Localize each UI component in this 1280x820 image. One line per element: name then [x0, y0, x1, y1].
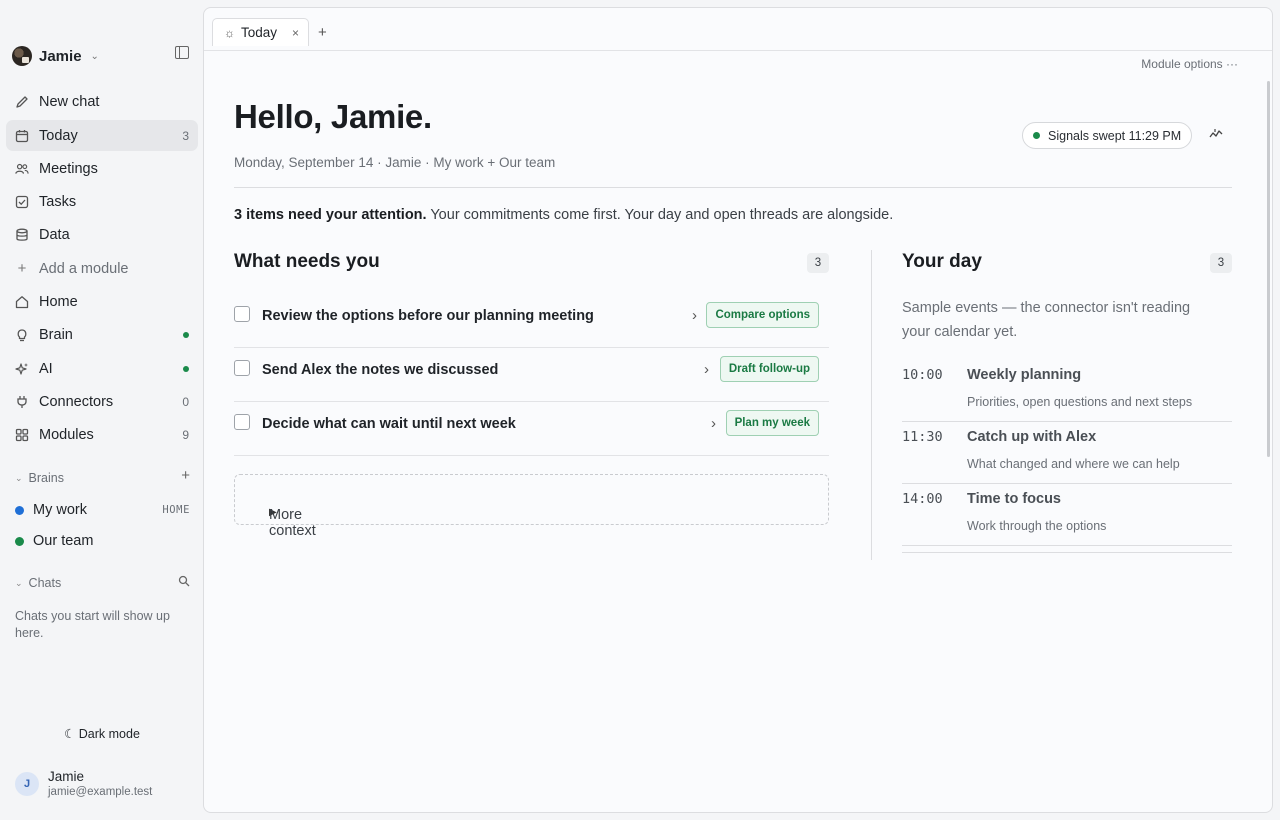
- nav-add-module[interactable]: + Add a module: [6, 253, 198, 284]
- nav-count: 3: [182, 128, 189, 143]
- close-icon[interactable]: ×: [292, 26, 299, 40]
- status-dot: [183, 331, 189, 338]
- brain-color-dot: [15, 536, 24, 546]
- brain-my-work[interactable]: My work HOME: [15, 499, 190, 521]
- workspace-name: Jamie: [39, 47, 82, 65]
- dark-mode-toggle[interactable]: ☾ Dark mode: [0, 726, 204, 741]
- task-action-button[interactable]: Compare options: [706, 302, 819, 328]
- divider: [902, 552, 1232, 553]
- module-options-button[interactable]: Module options ···: [1141, 57, 1238, 71]
- workspace-switcher[interactable]: Jamie ⌄: [12, 44, 99, 68]
- section-title: Your day: [902, 251, 982, 272]
- plug-icon: [15, 395, 29, 409]
- nav-meetings[interactable]: Meetings: [6, 153, 198, 184]
- calendar-icon: [15, 129, 29, 143]
- task-item[interactable]: Decide what can wait until next week › P…: [234, 402, 829, 456]
- task-item[interactable]: Send Alex the notes we discussed › Draft…: [234, 348, 829, 402]
- sidebar: Jamie ⌄ New chat Today 3 Meetings Tasks …: [0, 0, 204, 820]
- nav-count: 9: [182, 427, 189, 442]
- plus-icon: +: [17, 260, 27, 277]
- people-icon: [15, 162, 29, 176]
- nav-today[interactable]: Today 3: [6, 120, 198, 151]
- grid-icon: [15, 428, 29, 442]
- calendar-event[interactable]: 11:30 Catch up with Alex What changed an…: [902, 422, 1232, 484]
- nav-new-chat[interactable]: New chat: [6, 86, 198, 117]
- sample-note: Sample events — the connector isn't read…: [902, 300, 1191, 340]
- chevron-right-icon[interactable]: ›: [692, 307, 697, 324]
- checkbox-icon: [15, 195, 29, 209]
- user-name: Jamie: [48, 769, 85, 784]
- nav-ai[interactable]: AI: [6, 353, 198, 384]
- chats-section-header[interactable]: ⌄ Chats: [15, 574, 190, 591]
- home-tag: HOME: [162, 504, 190, 516]
- database-icon: [15, 228, 29, 242]
- page-subtitle: Monday, September 14 · Jamie · My work +…: [234, 155, 556, 170]
- moon-icon: ☾: [64, 727, 76, 741]
- chats-empty-state: Chats you start will show up here.: [15, 609, 170, 640]
- workspace-avatar: [12, 46, 32, 66]
- brain-our-team[interactable]: Our team: [15, 530, 190, 552]
- more-context-toggle[interactable]: ▶ More context: [234, 474, 829, 539]
- brains-section-header[interactable]: ⌄ Brains +: [15, 467, 190, 485]
- calendar-event[interactable]: 14:00 Time to focus Work through the opt…: [902, 484, 1232, 546]
- section-title: What needs you: [234, 251, 380, 272]
- avatar: J: [15, 771, 39, 796]
- home-icon: [15, 295, 29, 309]
- new-tab-button[interactable]: +: [318, 25, 327, 40]
- task-checkbox[interactable]: [234, 360, 250, 376]
- task-checkbox[interactable]: [234, 414, 250, 430]
- count-badge: 3: [1210, 253, 1232, 273]
- user-email: jamie@example.test: [48, 786, 153, 798]
- status-dot: [183, 365, 189, 372]
- signals-status-badge[interactable]: Signals swept 11:29 PM: [1022, 122, 1193, 149]
- attention-summary: 3 items need your attention. Your commit…: [234, 207, 894, 223]
- task-action-button[interactable]: Plan my week: [725, 410, 819, 436]
- nav-data[interactable]: Data: [6, 219, 198, 250]
- count-badge: 3: [807, 253, 829, 273]
- nav-brain[interactable]: Brain: [6, 319, 198, 350]
- nav-count: 0: [182, 394, 189, 409]
- chevron-down-icon: ⌄: [15, 472, 23, 483]
- task-item[interactable]: Review the options before our planning m…: [234, 294, 829, 348]
- status-dot: [1033, 132, 1040, 139]
- user-account[interactable]: J Jamie jamie@example.test: [15, 769, 152, 798]
- task-action-button[interactable]: Draft follow-up: [719, 356, 819, 382]
- task-checkbox[interactable]: [234, 306, 250, 322]
- bulb-icon: [15, 328, 29, 342]
- nav-connectors[interactable]: Connectors 0: [6, 386, 198, 417]
- nav-home[interactable]: Home: [6, 286, 198, 317]
- nav-modules[interactable]: Modules 9: [6, 419, 198, 450]
- scrollbar[interactable]: [1267, 81, 1270, 457]
- column-divider: [871, 250, 872, 560]
- chevron-right-icon[interactable]: ›: [704, 361, 709, 378]
- sun-icon: ☼: [224, 25, 235, 40]
- chevron-down-icon: ⌄: [15, 577, 23, 588]
- main-panel: ☼ Today × + Module options ··· Hello, Ja…: [203, 7, 1273, 813]
- add-brain-icon[interactable]: +: [181, 467, 190, 484]
- brain-color-dot: [15, 505, 24, 515]
- nav-tasks[interactable]: Tasks: [6, 186, 198, 217]
- sparkle-icon: [15, 362, 29, 376]
- search-icon[interactable]: [178, 574, 190, 591]
- calendar-event[interactable]: 10:00 Weekly planning Priorities, open q…: [902, 360, 1232, 422]
- tab-today[interactable]: ☼ Today ×: [212, 18, 309, 46]
- pencil-icon: [15, 95, 29, 109]
- chevron-right-icon[interactable]: ›: [711, 415, 716, 432]
- divider: [234, 187, 1232, 188]
- sidebar-toggle-icon[interactable]: [175, 46, 189, 59]
- tab-bar: ☼ Today × +: [204, 8, 1272, 51]
- sweep-icon[interactable]: [1209, 127, 1223, 141]
- page-title: Hello, Jamie.: [234, 98, 432, 135]
- chevron-down-icon: ⌄: [90, 50, 99, 62]
